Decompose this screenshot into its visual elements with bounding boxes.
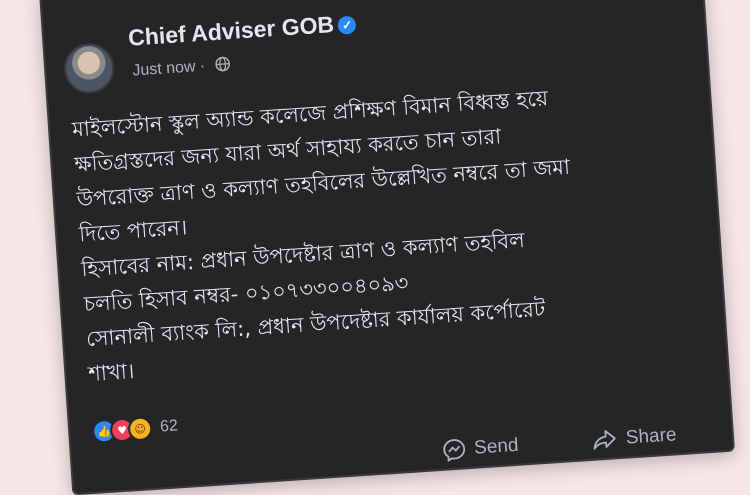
reaction-summary[interactable]: 👍 ♥ ☺ 62 [91, 414, 178, 444]
share-label: Share [625, 424, 678, 449]
haha-icon: ☺ [127, 416, 153, 442]
post-timestamp[interactable]: Just now [132, 58, 196, 79]
meta-separator: · [199, 57, 206, 76]
verified-badge-icon: ✓ [337, 15, 357, 35]
post-author[interactable]: Chief Adviser GOB ✓ [127, 10, 357, 52]
facebook-post-card: Chief Adviser GOB ✓ Just now · মাইলস্টোন … [39, 0, 735, 495]
avatar[interactable] [62, 41, 116, 96]
globe-icon [215, 56, 231, 72]
send-button[interactable]: Send [441, 434, 519, 463]
post-meta: Just now · [132, 56, 231, 80]
author-name-text[interactable]: Chief Adviser GOB [127, 11, 334, 51]
share-icon [593, 430, 616, 450]
share-button[interactable]: Share [591, 423, 677, 453]
reaction-count[interactable]: 62 [160, 417, 179, 436]
send-icon [443, 439, 466, 463]
post-text: মাইলস্টোন স্কুল অ্যান্ড কলেজে প্রশিক্ষণ … [71, 72, 708, 392]
send-label: Send [473, 434, 520, 459]
